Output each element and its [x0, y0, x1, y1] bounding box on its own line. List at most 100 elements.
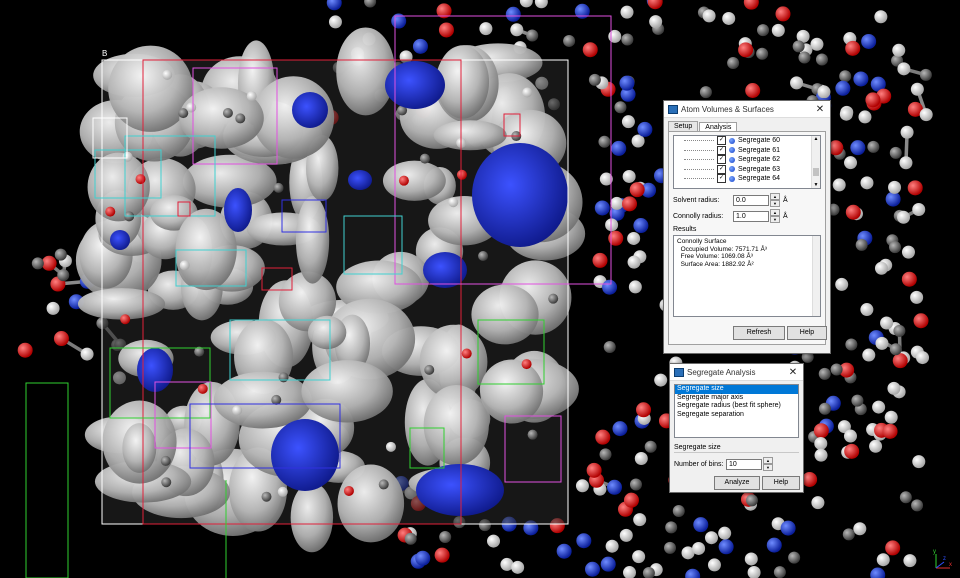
connolly-radius-label: Connolly radius:: [673, 212, 724, 220]
solvent-radius-input[interactable]: [733, 194, 769, 206]
atom: [619, 528, 633, 542]
atom: [727, 57, 740, 70]
segregate-sphere-icon: [729, 156, 735, 163]
segregate-checkbox[interactable]: ✓: [717, 155, 726, 165]
atom: [802, 471, 818, 487]
atom: [865, 92, 881, 108]
results-scrollbar[interactable]: [812, 236, 820, 316]
dialog-title: Segregate Analysis: [687, 367, 756, 377]
tab-setup[interactable]: Setup: [668, 121, 699, 131]
segregate-sphere-icon: [729, 175, 735, 182]
atom: [41, 255, 57, 271]
atom: [911, 499, 924, 512]
results-line: Surface Area: 1882.92 Å²: [677, 260, 754, 268]
bins-input[interactable]: [726, 458, 762, 470]
connolly-radius-input[interactable]: [733, 210, 769, 222]
scroll-up-icon[interactable]: ▲: [812, 136, 820, 142]
list-item[interactable]: ✓ Segregate 60: [674, 136, 820, 146]
list-item[interactable]: Segregate size: [675, 385, 798, 394]
spin-down-icon[interactable]: ▼: [763, 464, 773, 471]
atom: [813, 423, 829, 439]
spin-up-icon[interactable]: ▲: [763, 457, 773, 464]
atom: [893, 324, 906, 337]
atom: [621, 33, 634, 46]
atom: [773, 566, 786, 578]
help-button[interactable]: Help: [787, 326, 827, 340]
atom: [912, 455, 926, 469]
atom: [907, 180, 923, 196]
segregate-checkbox[interactable]: ✓: [717, 174, 726, 184]
atom: [511, 560, 525, 574]
atom: [46, 301, 60, 315]
list-item[interactable]: Segregate radius (best fit sphere): [675, 402, 798, 411]
help-button[interactable]: Help: [762, 476, 800, 490]
list-item[interactable]: Segregate major axis: [675, 394, 798, 403]
atom: [487, 534, 501, 548]
spin-up-icon[interactable]: ▲: [770, 209, 780, 216]
atom: [860, 303, 874, 317]
atom: [664, 541, 677, 554]
segregate-checkbox[interactable]: ✓: [717, 164, 726, 174]
atom: [844, 443, 860, 459]
atom: [869, 439, 883, 453]
close-icon[interactable]: ✕: [787, 367, 799, 378]
atom: [612, 421, 628, 437]
atom: [916, 351, 930, 365]
atom: [647, 0, 663, 10]
analysis-type-list[interactable]: Segregate size Segregate major axis Segr…: [674, 384, 799, 438]
atom: [122, 151, 133, 162]
atom: [57, 269, 70, 282]
atom: [328, 15, 342, 29]
atom: [588, 73, 601, 86]
cavity: [224, 188, 252, 232]
spin-up-icon[interactable]: ▲: [770, 193, 780, 200]
atom: [876, 553, 890, 567]
atom: [771, 23, 785, 37]
dialog-titlebar[interactable]: Segregate Analysis ✕: [670, 364, 803, 381]
atom: [197, 383, 208, 394]
scroll-down-icon[interactable]: ▼: [812, 182, 820, 188]
atom: [884, 410, 898, 424]
atom: [510, 23, 524, 37]
segregate-list[interactable]: ✓ Segregate 60 ✓ Segregate 61 ✓ Segregate 62 ✓…: [673, 135, 821, 189]
atom: [892, 353, 908, 369]
atom: [605, 218, 619, 232]
atom: [718, 526, 732, 540]
solvent-radius-row: Solvent radius: ▲▼ Å: [673, 193, 825, 207]
surface-lobe: [382, 160, 446, 201]
spin-down-icon[interactable]: ▼: [770, 216, 780, 223]
list-item[interactable]: ✓ Segregate 62: [674, 155, 820, 165]
atom: [899, 156, 913, 170]
close-icon[interactable]: ✕: [814, 104, 826, 115]
atom: [901, 245, 915, 259]
refresh-button[interactable]: Refresh: [733, 326, 785, 340]
list-item[interactable]: ✓ Segregate 63: [674, 164, 820, 175]
atom: [845, 40, 861, 56]
atom: [521, 359, 532, 370]
atom: [439, 530, 452, 543]
segregate-checkbox[interactable]: ✓: [717, 145, 726, 155]
atom: [385, 441, 396, 452]
atom: [637, 121, 653, 137]
atom: [605, 539, 619, 553]
list-item[interactable]: ✓ Segregate 64: [674, 174, 820, 184]
dialog-titlebar[interactable]: Atom Volumes & Surfaces ✕: [664, 101, 830, 118]
tree-connector: [684, 140, 714, 142]
analyze-button[interactable]: Analyze: [714, 476, 760, 490]
surface-lobe: [433, 120, 507, 151]
atom: [619, 75, 635, 91]
atom: [448, 197, 459, 208]
segregate-label: Segregate 62: [738, 156, 781, 164]
atom: [556, 543, 572, 559]
scroll-thumb[interactable]: [813, 168, 819, 176]
spin-down-icon[interactable]: ▼: [770, 200, 780, 207]
list-item[interactable]: Segregate separation: [675, 411, 798, 420]
atom: [919, 108, 933, 122]
list-scrollbar[interactable]: ▲ ▼: [811, 136, 820, 188]
atom: [693, 517, 709, 533]
list-item[interactable]: ✓ Segregate 61: [674, 145, 820, 156]
atom: [872, 400, 886, 414]
atom: [623, 492, 639, 508]
segregate-checkbox[interactable]: ✓: [717, 136, 726, 146]
results-label: Results: [673, 226, 697, 233]
